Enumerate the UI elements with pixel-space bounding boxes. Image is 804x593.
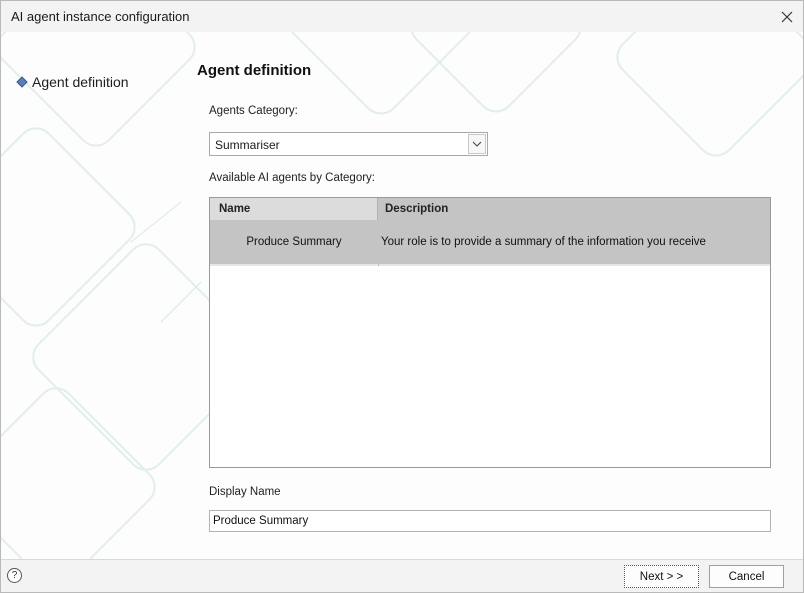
display-name-field-wrapper (209, 510, 771, 532)
column-header-description[interactable]: Description (378, 198, 770, 220)
category-dropdown-button[interactable] (468, 134, 486, 154)
row-separator (210, 264, 770, 266)
table-header: Name Description (210, 198, 770, 220)
cancel-button[interactable]: Cancel (709, 565, 784, 588)
category-select-value: Summariser (215, 138, 280, 152)
section-title: Agent definition (197, 62, 312, 79)
agents-table: Name Description Produce Summary Your ro… (209, 197, 771, 468)
display-name-label: Display Name (209, 486, 281, 498)
dialog-content: Agent definition Agent definition Agents… (1, 32, 803, 559)
category-select[interactable]: Summariser (209, 132, 488, 156)
table-row[interactable]: Produce Summary Your role is to provide … (210, 220, 770, 264)
close-button[interactable] (771, 1, 803, 32)
chevron-down-icon (472, 141, 482, 147)
window-title: AI agent instance configuration (11, 9, 190, 24)
nav-item-label: Agent definition (32, 74, 129, 90)
nav-item-agent-definition[interactable]: Agent definition (16, 74, 129, 90)
row-description-cell: Your role is to provide a summary of the… (381, 236, 706, 248)
next-button[interactable]: Next > > (624, 565, 699, 588)
display-name-field[interactable] (210, 511, 770, 531)
help-icon[interactable]: ? (7, 568, 22, 583)
category-label: Agents Category: (209, 105, 298, 117)
available-agents-label: Available AI agents by Category: (209, 172, 376, 184)
row-separator-divider (378, 264, 379, 266)
close-icon (781, 11, 793, 22)
diamond-bullet-icon (16, 76, 28, 88)
title-bar: AI agent instance configuration (1, 1, 803, 32)
column-header-name[interactable]: Name (210, 198, 378, 220)
dialog-window: AI agent instance configuration Agent de… (0, 0, 804, 593)
dialog-footer: ? Next > > Cancel (1, 559, 803, 592)
row-name-cell: Produce Summary (246, 236, 342, 248)
